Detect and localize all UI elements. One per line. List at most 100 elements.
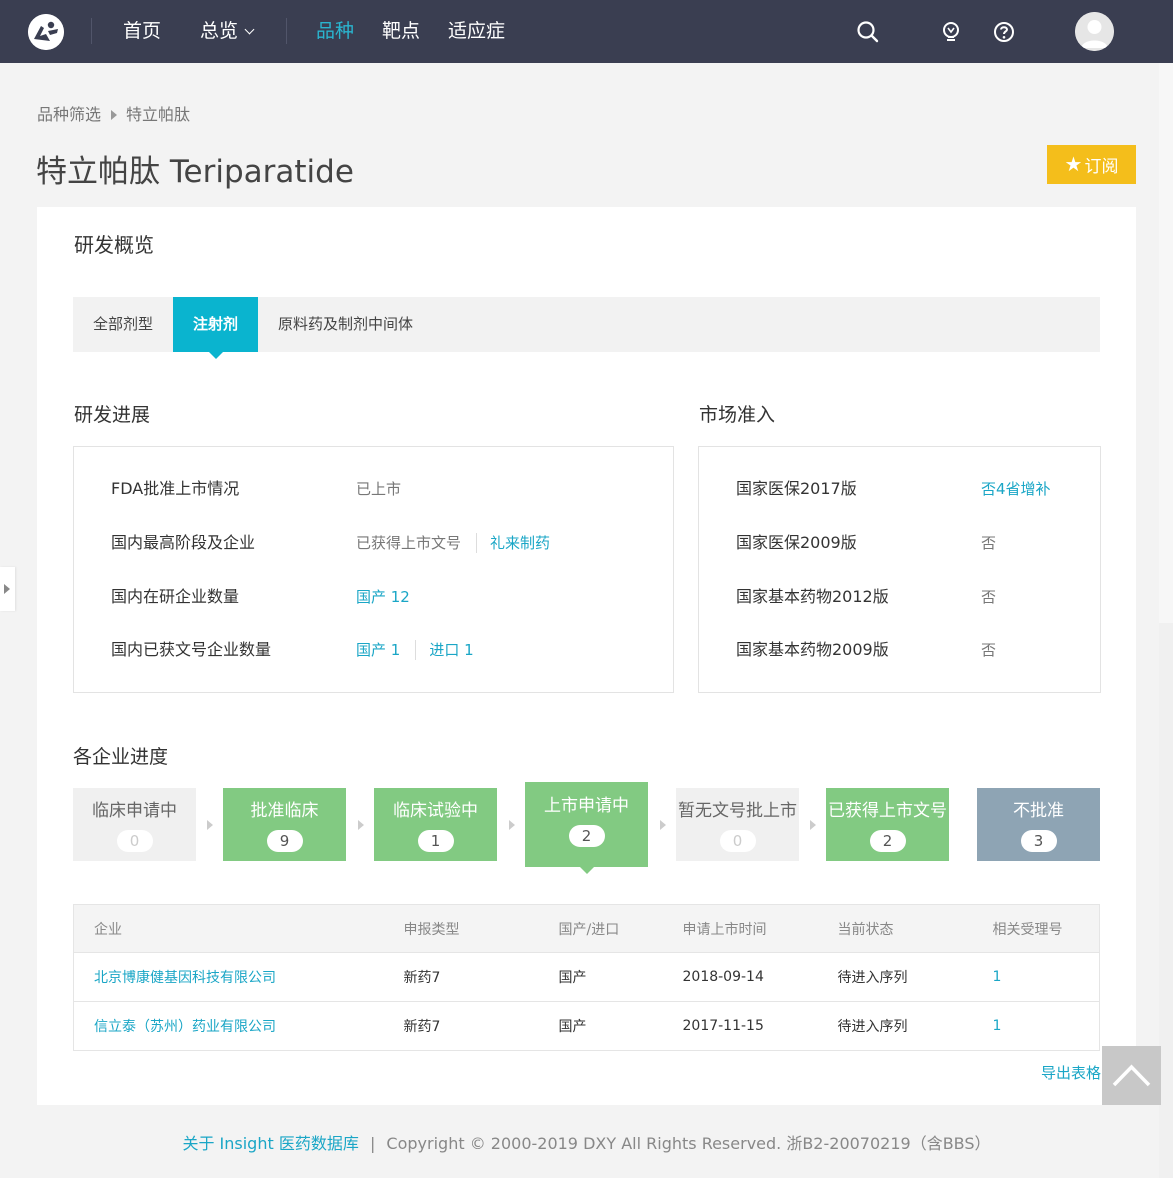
acceptance-number-link[interactable]: 1 bbox=[992, 1001, 1100, 1051]
copyright-text: Copyright © 2000-2019 DXY All Rights Res… bbox=[386, 1134, 991, 1153]
market-access-box: 国家医保2017版 否4省增补 国家医保2009版 否 国家基本药物2012版 … bbox=[698, 446, 1101, 693]
essential-2012-label: 国家基本药物2012版 bbox=[736, 587, 889, 606]
breadcrumb-current: 特立帕肽 bbox=[126, 105, 191, 124]
chevron-up-icon bbox=[1112, 1064, 1151, 1087]
back-to-top-button[interactable] bbox=[1102, 1046, 1161, 1105]
dxy-logo-icon[interactable] bbox=[28, 14, 64, 50]
origin: 国产 bbox=[558, 1001, 683, 1051]
main-card: 研发概览 全部剂型 注射剂 原料药及制剂中间体 研发进展 市场准入 FDA批准上… bbox=[37, 207, 1136, 1105]
list-item: 国内在研企业数量 国产 12 bbox=[74, 582, 673, 612]
nav-overview-label: 总览 bbox=[200, 20, 239, 42]
rd-overview-title: 研发概览 bbox=[74, 233, 154, 257]
company-table: 企业 申报类型 国产/进口 申请上市时间 当前状态 相关受理号 北京博康健基因科… bbox=[73, 904, 1100, 1051]
step-obtained-number[interactable]: 已获得上市文号 2 bbox=[826, 788, 949, 861]
footer-separator: | bbox=[369, 1134, 376, 1153]
col-company: 企业 bbox=[73, 904, 404, 953]
lightbulb-icon[interactable] bbox=[938, 19, 964, 45]
nav-targets[interactable]: 靶点 bbox=[382, 0, 420, 63]
company-link[interactable]: 礼来制药 bbox=[490, 534, 550, 552]
chevron-right-icon bbox=[810, 820, 816, 830]
domestic-count-link[interactable]: 国产 1 bbox=[356, 641, 400, 659]
market-access-title: 市场准入 bbox=[699, 404, 776, 426]
application-type: 新药7 bbox=[403, 952, 559, 1002]
tab-api-intermediate[interactable]: 原料药及制剂中间体 bbox=[258, 297, 433, 352]
tab-all-dosage[interactable]: 全部剂型 bbox=[73, 297, 173, 352]
nrdl-2009-label: 国家医保2009版 bbox=[736, 533, 857, 552]
step-count-badge: 3 bbox=[1020, 830, 1057, 852]
company-link[interactable]: 信立泰（苏州）药业有限公司 bbox=[73, 1001, 404, 1051]
step-approved-no-number[interactable]: 暂无文号批上市 0 bbox=[676, 788, 799, 861]
table-header-row: 企业 申报类型 国产/进口 申请上市时间 当前状态 相关受理号 bbox=[73, 904, 1100, 953]
highest-stage-value: 已获得上市文号 礼来制药 bbox=[356, 528, 550, 558]
search-icon[interactable] bbox=[855, 19, 881, 45]
approved-company-count-value: 国产 1 进口 1 bbox=[356, 635, 474, 665]
highest-stage-text: 已获得上市文号 bbox=[356, 534, 462, 552]
page-title: 特立帕肽 Teriparatide bbox=[36, 154, 354, 190]
list-item: FDA批准上市情况 已上市 bbox=[74, 474, 673, 504]
breadcrumb: 品种筛选 特立帕肽 bbox=[37, 101, 190, 125]
chevron-right-icon bbox=[660, 820, 666, 830]
top-navbar: 首页 总览 品种 靶点 适应症 bbox=[0, 0, 1173, 63]
tab-injection[interactable]: 注射剂 bbox=[173, 297, 258, 359]
nrdl-2009-value: 否 bbox=[981, 534, 997, 552]
chevron-right-icon bbox=[111, 110, 118, 120]
col-acceptance-number: 相关受理号 bbox=[992, 904, 1100, 953]
step-label: 临床试验中 bbox=[393, 801, 478, 821]
nrdl-2017-value[interactable]: 否4省增补 bbox=[981, 474, 1051, 504]
acceptance-number-link[interactable]: 1 bbox=[992, 952, 1100, 1002]
user-avatar-icon[interactable] bbox=[1075, 12, 1114, 51]
application-date: 2018-09-14 bbox=[682, 952, 838, 1002]
step-count-badge: 2 bbox=[869, 830, 906, 852]
fda-status-label: FDA批准上市情况 bbox=[111, 479, 240, 498]
col-application-date: 申请上市时间 bbox=[682, 904, 838, 953]
nav-divider bbox=[91, 18, 92, 44]
company-link[interactable]: 北京博康健基因科技有限公司 bbox=[73, 952, 404, 1002]
about-link[interactable]: 关于 Insight 医药数据库 bbox=[182, 1134, 358, 1153]
nav-indications[interactable]: 适应症 bbox=[448, 0, 505, 63]
company-progress-title: 各企业进度 bbox=[73, 746, 169, 768]
star-icon: ★ bbox=[1064, 154, 1083, 176]
chevron-right-icon bbox=[207, 820, 213, 830]
fda-status-value: 已上市 bbox=[356, 480, 402, 498]
step-label: 已获得上市文号 bbox=[828, 801, 947, 821]
step-clinical-trial[interactable]: 临床试验中 1 bbox=[374, 788, 497, 861]
breadcrumb-root[interactable]: 品种筛选 bbox=[37, 105, 101, 124]
step-rejected[interactable]: 不批准 3 bbox=[977, 788, 1100, 861]
nav-home[interactable]: 首页 bbox=[123, 0, 161, 63]
application-type: 新药7 bbox=[403, 1001, 559, 1051]
nav-overview[interactable]: 总览 bbox=[200, 0, 255, 63]
essential-2012-value: 否 bbox=[981, 588, 997, 606]
scrollbar-thumb[interactable] bbox=[1159, 63, 1173, 623]
list-item: 国内最高阶段及企业 已获得上市文号 礼来制药 bbox=[74, 528, 673, 558]
rd-company-count-link[interactable]: 国产 12 bbox=[356, 582, 410, 612]
step-count-badge: 0 bbox=[116, 830, 153, 852]
subscribe-button[interactable]: ★ 订阅 bbox=[1047, 145, 1136, 184]
col-status: 当前状态 bbox=[837, 904, 993, 953]
step-label: 不批准 bbox=[1013, 801, 1064, 821]
step-count-badge: 9 bbox=[266, 830, 303, 852]
scrollbar[interactable] bbox=[1159, 63, 1173, 1178]
list-item: 国家医保2017版 否4省增补 bbox=[699, 474, 1100, 504]
step-clinical-application[interactable]: 临床申请中 0 bbox=[73, 788, 196, 861]
imported-count-link[interactable]: 进口 1 bbox=[429, 641, 473, 659]
help-icon[interactable] bbox=[991, 19, 1017, 45]
side-panel-toggle[interactable] bbox=[0, 567, 15, 611]
nav-drugs[interactable]: 品种 bbox=[316, 0, 354, 63]
export-table-link[interactable]: 导出表格 bbox=[1041, 1062, 1101, 1083]
table-row: 北京博康健基因科技有限公司 新药7 国产 2018-09-14 待进入序列 1 bbox=[73, 952, 1100, 1002]
step-clinical-approved[interactable]: 批准临床 9 bbox=[223, 788, 346, 861]
col-origin: 国产/进口 bbox=[558, 904, 683, 953]
table-row: 信立泰（苏州）药业有限公司 新药7 国产 2017-11-15 待进入序列 1 bbox=[73, 1001, 1100, 1051]
list-item: 国家医保2009版 否 bbox=[699, 528, 1100, 558]
rd-progress-title: 研发进展 bbox=[74, 404, 151, 426]
col-application-type: 申报类型 bbox=[403, 904, 559, 953]
divider bbox=[476, 532, 478, 553]
approved-company-count-label: 国内已获文号企业数量 bbox=[111, 640, 272, 659]
chevron-down-icon bbox=[244, 24, 255, 35]
step-market-application[interactable]: 上市申请中 2 bbox=[525, 782, 648, 874]
step-count-badge: 1 bbox=[417, 830, 454, 852]
step-count-badge: 0 bbox=[719, 830, 756, 852]
rd-company-count-label: 国内在研企业数量 bbox=[111, 587, 240, 606]
chevron-right-icon bbox=[509, 820, 515, 830]
nrdl-2017-label: 国家医保2017版 bbox=[736, 479, 857, 498]
